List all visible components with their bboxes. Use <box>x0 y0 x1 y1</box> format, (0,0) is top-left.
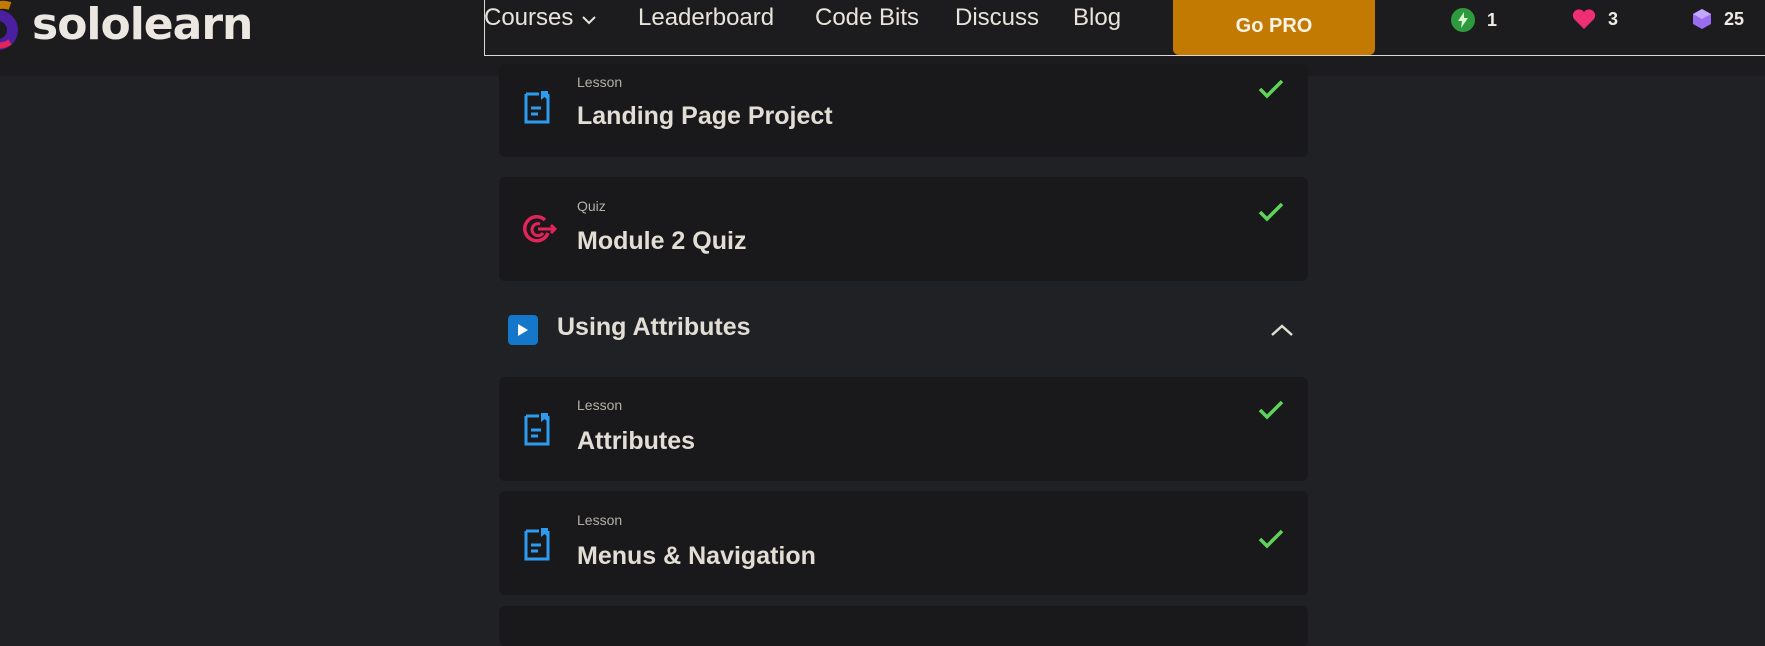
logo-mark-icon <box>0 0 18 50</box>
item-title: Module 2 Quiz <box>577 227 747 255</box>
go-pro-button[interactable]: Go PRO <box>1173 0 1375 55</box>
lesson-icon <box>524 528 550 561</box>
check-icon <box>1258 400 1284 420</box>
heart-icon <box>1572 9 1596 30</box>
play-icon <box>508 315 538 345</box>
quiz-target-icon <box>523 215 557 243</box>
item-title: Landing Page Project <box>577 102 833 130</box>
logo[interactable]: sololearn <box>0 0 253 54</box>
check-icon <box>1258 202 1284 222</box>
item-title: Menus & Navigation <box>577 542 816 570</box>
hearts-count: 3 <box>1608 8 1619 29</box>
gems-counter[interactable]: 25 <box>1692 8 1744 30</box>
lesson-icon <box>524 413 550 446</box>
item-kind: Lesson <box>577 74 623 90</box>
gem-cube-icon <box>1693 9 1711 29</box>
streak-counter[interactable]: 1 <box>1451 8 1497 32</box>
chevron-up-icon[interactable] <box>1270 323 1294 337</box>
item-title: Attributes <box>577 427 696 455</box>
quiz-card[interactable]: Quiz Module 2 Quiz <box>499 177 1308 281</box>
nav-code-bits[interactable]: Code Bits <box>815 4 919 32</box>
item-kind: Lesson <box>577 397 623 413</box>
lesson-icon <box>524 91 550 124</box>
lesson-card[interactable]: Lesson Menus & Navigation <box>499 491 1308 595</box>
check-icon <box>1258 529 1284 549</box>
nav-courses[interactable]: Courses <box>484 4 597 32</box>
brand-name: sololearn <box>32 0 253 50</box>
streak-bolt-icon <box>1451 8 1475 32</box>
gems-count: 25 <box>1724 8 1745 29</box>
item-kind: Lesson <box>577 512 623 528</box>
chevron-down-icon <box>582 16 597 25</box>
lesson-card[interactable] <box>499 606 1308 646</box>
nav-courses-label: Courses <box>484 4 574 31</box>
section-title: Using Attributes <box>557 313 751 341</box>
nav-leaderboard[interactable]: Leaderboard <box>638 4 774 32</box>
section-header[interactable]: Using Attributes <box>499 307 1308 355</box>
check-icon <box>1258 79 1284 99</box>
item-kind: Quiz <box>577 198 606 214</box>
lesson-card[interactable]: Lesson Attributes <box>499 377 1308 481</box>
streak-count: 1 <box>1487 9 1498 30</box>
hearts-counter[interactable]: 3 <box>1572 8 1618 30</box>
lesson-card[interactable]: Lesson Landing Page Project <box>499 64 1308 157</box>
nav-discuss[interactable]: Discuss <box>955 4 1039 32</box>
nav-blog[interactable]: Blog <box>1073 4 1121 32</box>
